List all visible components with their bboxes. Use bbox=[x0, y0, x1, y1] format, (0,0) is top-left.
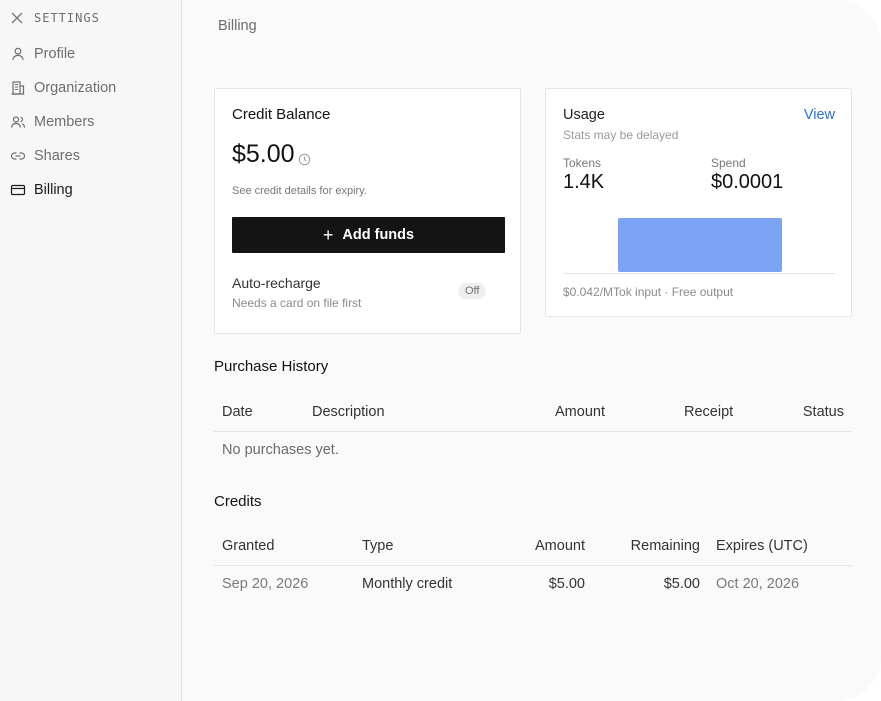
sidebar-item-label: Shares bbox=[34, 148, 80, 164]
purchase-history-title: Purchase History bbox=[214, 358, 329, 375]
close-icon[interactable] bbox=[10, 11, 24, 25]
sidebar-item-label: Members bbox=[34, 114, 95, 130]
table-row: Sep 20, 2026 Monthly credit $5.00 $5.00 … bbox=[214, 566, 852, 604]
settings-window: SETTINGS Profile Organization Members Sh… bbox=[0, 0, 881, 701]
sidebar-item-label: Billing bbox=[34, 182, 73, 198]
usage-card: Usage View Stats may be delayed Tokens 1… bbox=[545, 88, 852, 317]
type-cell: Monthly credit bbox=[362, 576, 453, 592]
link-icon bbox=[10, 152, 26, 160]
column-header: Date bbox=[222, 404, 253, 420]
sidebar: SETTINGS Profile Organization Members Sh… bbox=[0, 0, 182, 701]
sidebar-item-label: Profile bbox=[34, 46, 76, 62]
column-header: Receipt bbox=[684, 404, 734, 420]
usage-chart bbox=[563, 218, 836, 274]
remaining-cell: $5.00 bbox=[663, 576, 700, 592]
column-header: Granted bbox=[222, 538, 275, 554]
granted-cell: Sep 20, 2026 bbox=[222, 576, 309, 592]
tokens-value: 1.4K bbox=[563, 171, 605, 193]
settings-header: SETTINGS bbox=[10, 11, 100, 25]
sidebar-nav: Profile Organization Members Shares Bill… bbox=[0, 37, 182, 207]
credit-card-icon bbox=[10, 184, 26, 196]
spend-label: Spend bbox=[711, 156, 746, 170]
clock-icon[interactable] bbox=[298, 153, 311, 166]
usage-pricing-note: $0.042/MTok input · Free output bbox=[563, 285, 734, 299]
amount-cell: $5.00 bbox=[548, 576, 585, 592]
main-content: Billing Credit Balance $5.00 See credit … bbox=[182, 0, 881, 701]
sidebar-item-billing[interactable]: Billing bbox=[0, 173, 182, 207]
sidebar-item-shares[interactable]: Shares bbox=[0, 139, 182, 173]
empty-state-text: No purchases yet. bbox=[222, 442, 339, 458]
column-header: Type bbox=[362, 538, 394, 554]
building-icon bbox=[11, 81, 25, 95]
tokens-label: Tokens bbox=[563, 156, 602, 170]
spend-value: $0.0001 bbox=[711, 171, 784, 193]
sidebar-item-label: Organization bbox=[34, 80, 117, 96]
user-icon bbox=[12, 47, 24, 61]
credit-balance-amount-row: $5.00 bbox=[232, 139, 311, 169]
sidebar-item-members[interactable]: Members bbox=[0, 105, 182, 139]
users-icon bbox=[10, 116, 26, 128]
column-header: Status bbox=[802, 404, 844, 420]
credits-title: Credits bbox=[214, 493, 262, 510]
column-header: Amount bbox=[555, 404, 605, 420]
expires-cell: Oct 20, 2026 bbox=[716, 576, 800, 592]
auto-recharge-label: Auto-recharge bbox=[232, 275, 321, 291]
column-header: Amount bbox=[535, 538, 585, 554]
usage-title: Usage bbox=[563, 107, 605, 123]
table-header: Granted Type Amount Remaining Expires (U… bbox=[214, 526, 852, 566]
credit-balance-title: Credit Balance bbox=[232, 106, 331, 123]
add-funds-button[interactable]: + Add funds bbox=[232, 217, 505, 253]
page-title: Billing bbox=[218, 18, 257, 34]
auto-recharge-toggle[interactable]: Off bbox=[458, 283, 487, 299]
purchase-history-table: Date Description Amount Receipt Status N… bbox=[214, 392, 852, 470]
credits-table: Granted Type Amount Remaining Expires (U… bbox=[214, 526, 852, 604]
credit-note: See credit details for expiry. bbox=[232, 185, 367, 197]
column-header: Expires (UTC) bbox=[716, 538, 808, 554]
sidebar-item-profile[interactable]: Profile bbox=[0, 37, 182, 71]
usage-view-link[interactable]: View bbox=[804, 107, 835, 123]
credit-balance-card: Credit Balance $5.00 See credit details … bbox=[214, 88, 521, 334]
credit-balance-amount: $5.00 bbox=[232, 140, 295, 168]
table-header: Date Description Amount Receipt Status bbox=[214, 392, 852, 432]
usage-bar[interactable] bbox=[618, 218, 782, 272]
usage-subtitle: Stats may be delayed bbox=[563, 128, 679, 142]
auto-recharge-subtext: Needs a card on file first bbox=[232, 296, 362, 310]
table-row: No purchases yet. bbox=[214, 432, 852, 470]
plus-icon: + bbox=[322, 225, 334, 245]
add-funds-label: Add funds bbox=[342, 227, 415, 243]
column-header: Remaining bbox=[630, 538, 700, 554]
sidebar-item-organization[interactable]: Organization bbox=[0, 71, 182, 105]
settings-heading: SETTINGS bbox=[34, 11, 100, 25]
column-header: Description bbox=[312, 404, 385, 420]
